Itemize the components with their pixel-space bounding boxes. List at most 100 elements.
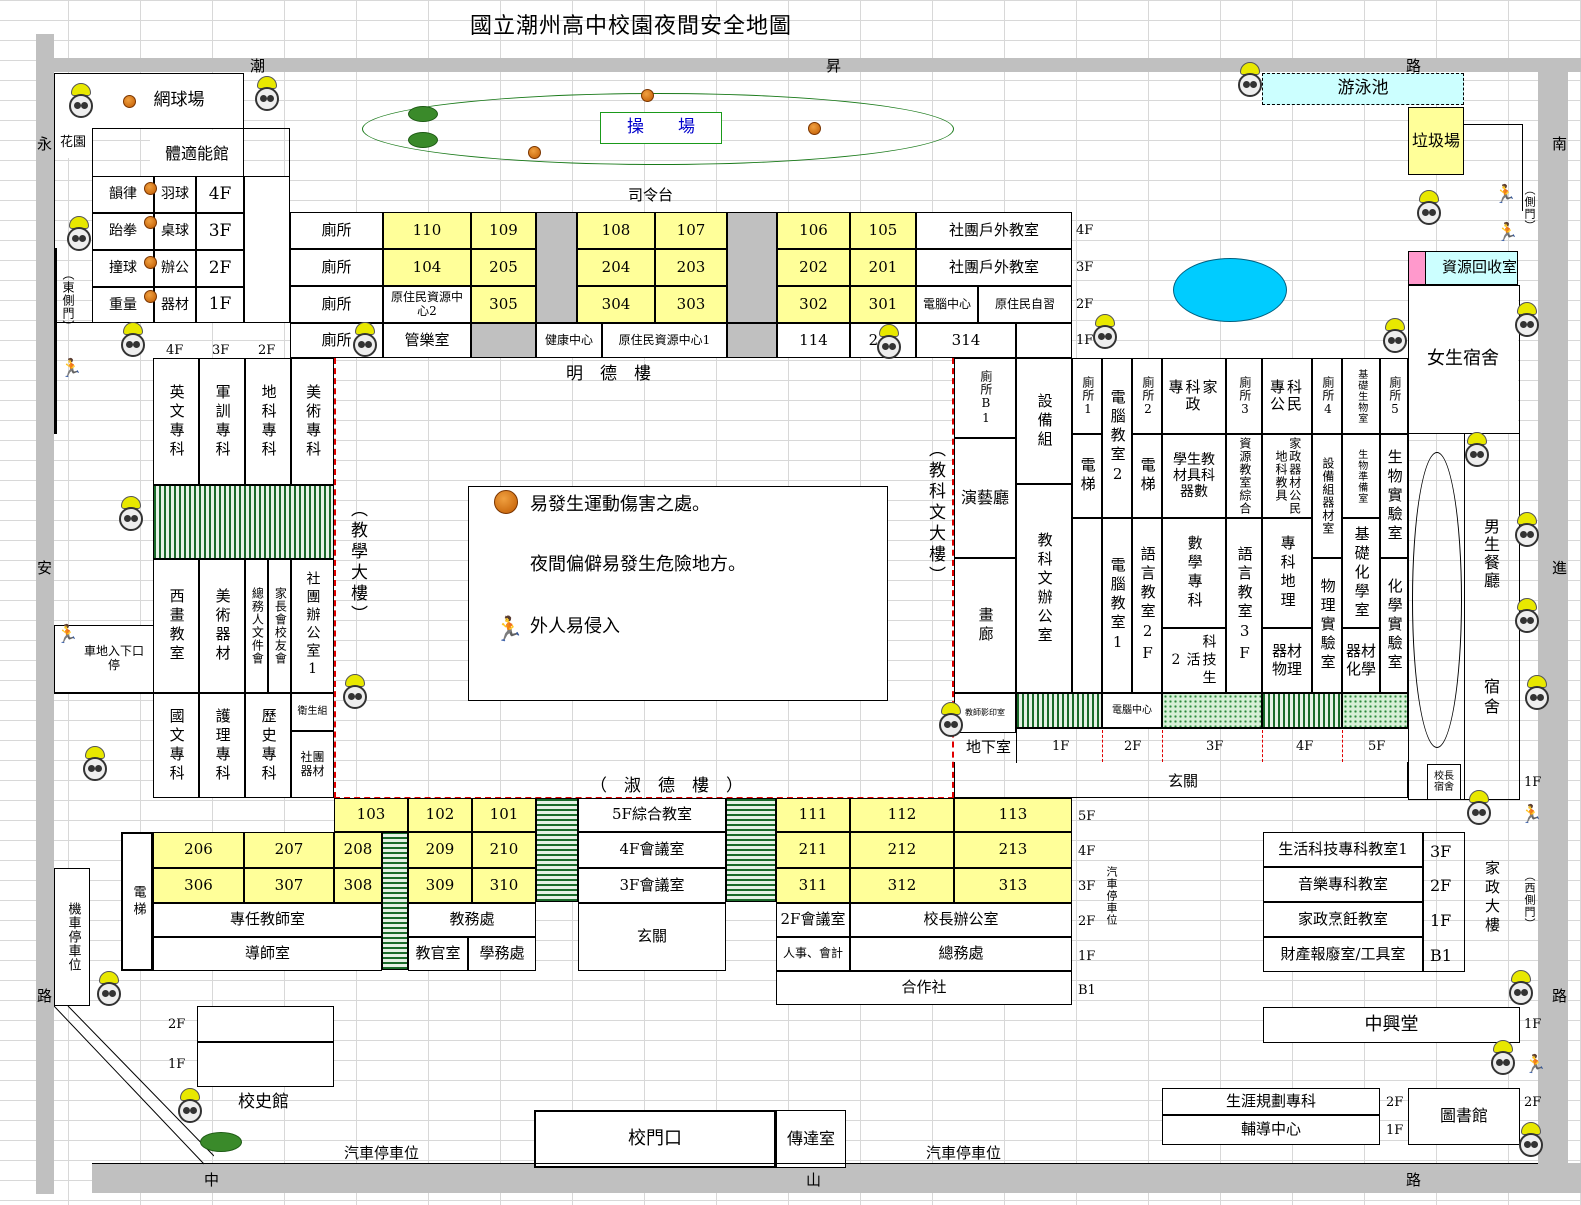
- classroom-211: 211: [776, 832, 850, 868]
- classroom-308: 308: [334, 868, 382, 903]
- road-west: [36, 34, 54, 1194]
- computer-room-1: 電腦教室1: [1102, 518, 1132, 693]
- language-room-3f: 語言教室3F: [1226, 518, 1262, 693]
- equipment-section: 設備組: [1016, 358, 1072, 484]
- life-tech-label: 科技生活: [1184, 633, 1217, 688]
- floor-label: 2F: [258, 343, 276, 358]
- nw-floor: 4F: [196, 176, 244, 213]
- side-gate-north: （側門）: [1523, 184, 1536, 232]
- classroom-302: 302: [777, 286, 850, 323]
- road-label: 山: [806, 1171, 822, 1189]
- nw-floor: 3F: [196, 213, 244, 250]
- toilet-4: 廁所4: [1312, 358, 1342, 434]
- corridor-dots: [1342, 693, 1408, 728]
- floor-label: B1: [1078, 983, 1096, 998]
- floor-label: 2F: [1076, 297, 1094, 312]
- classroom-108: 108: [577, 212, 655, 249]
- car-parking-left: 汽車停車位: [344, 1144, 420, 1162]
- classroom-101: 101: [472, 798, 536, 832]
- west-wall: [54, 248, 57, 434]
- pond: [1173, 258, 1287, 322]
- classroom-212: 212: [850, 832, 954, 868]
- nw-stair: [244, 176, 290, 323]
- stage-label: 司令台: [628, 186, 674, 204]
- language-room-2f: 語言教室2F: [1132, 518, 1162, 693]
- red-boundary: [1016, 728, 1017, 763]
- floor-label: 4F: [1078, 844, 1096, 859]
- counseling-center: 輔導中心: [1162, 1115, 1380, 1145]
- dorm-oval: [1412, 452, 1462, 748]
- performance-hall: 演藝廳: [954, 438, 1016, 558]
- art-equipment: 美術器材: [199, 559, 245, 693]
- car-parking-vertical: 汽車停車位: [1105, 866, 1118, 926]
- elevator-south: 電梯: [121, 832, 153, 971]
- legend-intrude: 外人易侵入: [530, 616, 620, 637]
- home-economics-building: 家政大樓: [1483, 860, 1501, 936]
- physics-lab: 物理實驗室: [1312, 558, 1342, 693]
- nw-room: 羽球: [154, 176, 196, 213]
- gas-mask-icon: [1462, 432, 1492, 468]
- classroom-109: 109: [471, 212, 536, 249]
- floor-label: 5F: [1078, 809, 1096, 824]
- corridor-stairs: [1262, 693, 1342, 728]
- road-label: 路: [1406, 1171, 1422, 1189]
- gas-mask-icon: [1235, 62, 1265, 98]
- red-divider: [1162, 730, 1163, 762]
- running-person-icon: 🏃: [494, 615, 524, 643]
- chemistry-lab: 化學實驗室: [1380, 558, 1408, 693]
- nw-room: 器材: [154, 287, 196, 323]
- classroom-102: 102: [408, 798, 472, 832]
- gallery: 畫廊: [954, 558, 1016, 693]
- zhongxing-hall: 中興堂: [1263, 1007, 1520, 1043]
- basketball-icon: [144, 216, 157, 229]
- full-time-teacher-room: 專任教師室: [153, 903, 382, 937]
- classroom-301: 301: [850, 286, 916, 323]
- gas-mask-icon: [175, 1088, 205, 1124]
- running-person-icon: 🏃: [1494, 184, 1517, 205]
- elevator: 電梯: [1132, 434, 1162, 518]
- classroom-104: 104: [383, 249, 471, 286]
- classroom-210: 210: [472, 832, 536, 868]
- gas-mask-icon: [350, 322, 380, 358]
- classroom-310: 310: [472, 868, 536, 903]
- earth-science-office: 地科專科: [245, 358, 291, 485]
- red-divider: [1262, 730, 1263, 762]
- corridor-stairs: [726, 798, 776, 902]
- car-parking-right: 汽車停車位: [926, 1144, 1002, 1162]
- basketball-icon: [144, 256, 157, 269]
- principal-dorm: 校長宿舍: [1427, 764, 1461, 800]
- gas-mask-icon: [1414, 190, 1444, 226]
- club-outdoor-room: 社團戶外教室: [916, 212, 1072, 249]
- 4f-meeting-room: 4F會議室: [578, 832, 726, 868]
- classroom-304: 304: [577, 286, 655, 323]
- gas-mask-icon: [488, 545, 518, 581]
- classroom-110: 110: [383, 212, 471, 249]
- classroom-105: 105: [850, 212, 916, 249]
- gas-mask-icon: [1512, 512, 1542, 548]
- computer-room-2: 電腦教室2: [1102, 358, 1132, 518]
- classroom-306: 306: [153, 868, 244, 903]
- running-person-icon: 🏃: [1520, 804, 1543, 825]
- gas-mask-icon: [80, 746, 110, 782]
- road-north: [36, 58, 1581, 72]
- parking-line: [92, 1163, 1538, 1164]
- floor-label: 5F: [1368, 739, 1386, 754]
- corridor-stairs: [153, 485, 334, 559]
- gas-mask-icon: [1488, 1040, 1518, 1076]
- toilet-b1: 廁所B1: [954, 358, 1016, 438]
- cooking-classroom: 家政烹飪教室: [1263, 902, 1423, 937]
- gas-mask-icon: [1380, 318, 1410, 354]
- road-label: 永: [37, 135, 53, 153]
- parking-entrance-label: 車地入下口停: [83, 644, 144, 672]
- floor-label: 1F: [1078, 949, 1096, 964]
- aboriginal-center-2: 原住民資源中心2: [383, 286, 471, 323]
- gas-mask-icon: [1516, 1122, 1546, 1158]
- classroom-112: 112: [850, 798, 954, 832]
- red-boundary: [1016, 728, 1408, 729]
- personnel-accounting: 人事、會計: [776, 937, 850, 971]
- east-col-empty: [1072, 518, 1102, 693]
- basic-chemistry-room: 基礎化學室: [1342, 518, 1380, 628]
- running-person-icon: 🏃: [1496, 222, 1519, 243]
- garbage-area: 垃圾場: [1408, 107, 1464, 175]
- elevator: 電梯: [1072, 434, 1102, 518]
